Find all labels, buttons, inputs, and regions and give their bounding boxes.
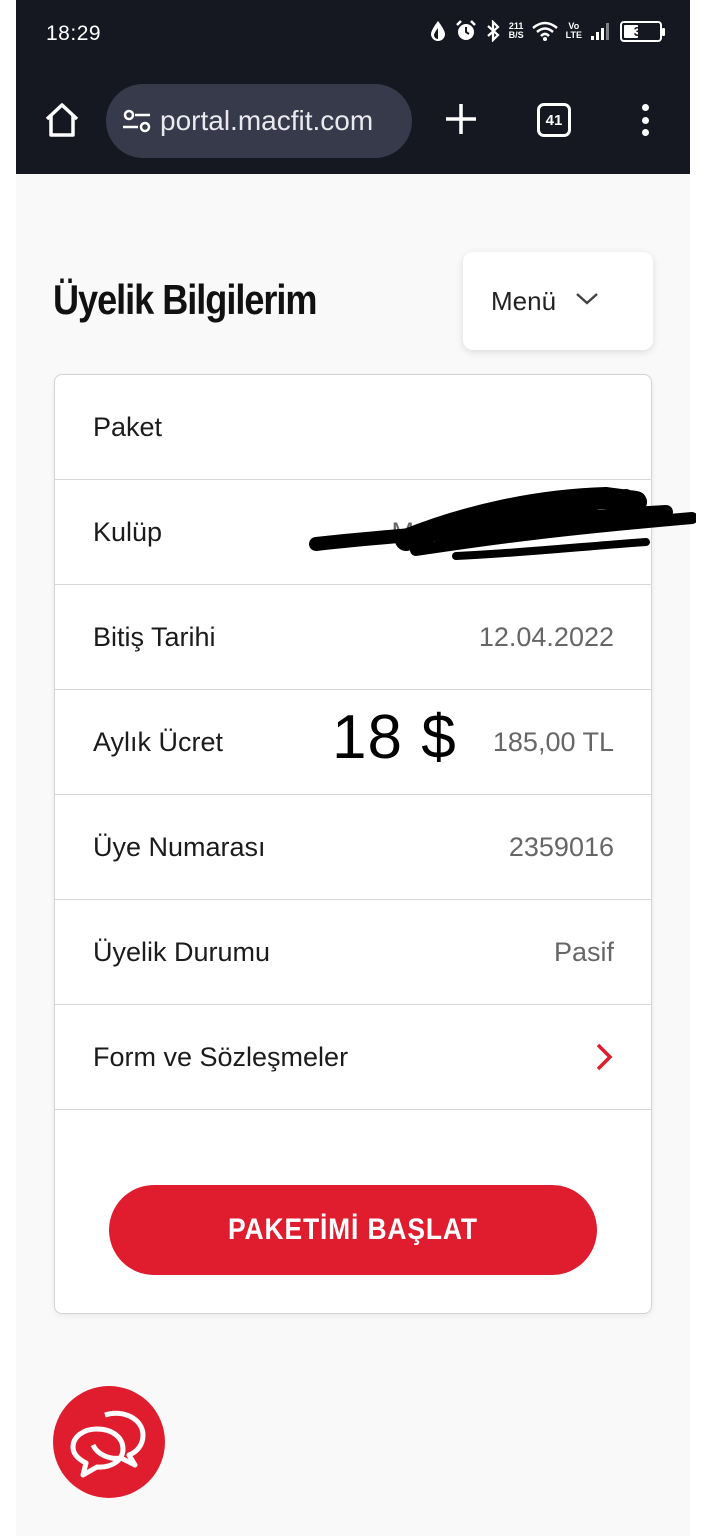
- url-bar[interactable]: portal.macfit.com: [106, 84, 412, 158]
- row-bitis-tarihi: Bitiş Tarihi 12.04.2022: [55, 585, 651, 690]
- row-label: Paket: [93, 411, 163, 442]
- data-speed: 211 B/S: [509, 22, 524, 40]
- row-value: 2359016: [508, 831, 614, 862]
- row-paket: Paket: [55, 375, 651, 480]
- row-value: 185,00 TL: [492, 726, 614, 757]
- volte-indicator: Vo LTE: [566, 22, 582, 40]
- row-uyelik-durumu: Üyelik Durumu Pasif: [55, 900, 651, 1005]
- battery-icon: 38: [620, 20, 665, 42]
- row-label: Form ve Sözleşmeler: [93, 1041, 349, 1072]
- battery-level: 38: [633, 23, 649, 39]
- home-icon[interactable]: [42, 100, 82, 140]
- row-label: Aylık Ücret: [93, 726, 224, 757]
- row-label: Bitiş Tarihi: [93, 621, 216, 652]
- row-label: Üyelik Durumu: [93, 936, 271, 967]
- plus-icon[interactable]: [442, 100, 480, 138]
- chat-icon[interactable]: [53, 1386, 165, 1498]
- url-text[interactable]: portal.macfit.com: [160, 105, 373, 137]
- alarm-icon: [455, 20, 477, 42]
- status-time: 18:29: [46, 22, 102, 45]
- start-package-button[interactable]: PAKETİMİ BAŞLAT: [109, 1185, 597, 1275]
- wifi-icon: [531, 21, 558, 41]
- more-vert-icon[interactable]: [640, 104, 650, 136]
- volte-bottom: LTE: [565, 30, 582, 40]
- signal-icon: [590, 21, 612, 41]
- browser-chrome: 18:29 211 B/S Vo LTE 38 portal.macfit.co…: [16, 0, 690, 174]
- menu-label: Menü: [491, 285, 557, 316]
- row-form-sozlesmeler[interactable]: Form ve Sözleşmeler: [55, 1005, 651, 1110]
- row-value: 12.04.2022: [478, 621, 614, 652]
- price-annotation: 18 $: [332, 703, 457, 772]
- bluetooth-icon: [485, 20, 501, 42]
- tune-icon[interactable]: [120, 106, 154, 136]
- tab-count: 41: [545, 111, 563, 129]
- row-uye-numarasi: Üye Numarası 2359016: [55, 795, 651, 900]
- row-value: Pasif: [553, 936, 614, 967]
- page-title: Üyelik Bilgilerim: [53, 276, 318, 323]
- row-label: Üye Numarası: [93, 831, 266, 862]
- row-label: Kulüp: [93, 516, 163, 547]
- status-icons: 211 B/S Vo LTE 38: [429, 20, 665, 42]
- drop-icon: [429, 20, 447, 42]
- chevron-right-icon[interactable]: [594, 1042, 614, 1072]
- redaction-scribble: [296, 476, 698, 566]
- menu-button[interactable]: Menü: [463, 252, 653, 350]
- tabs-icon[interactable]: 41: [537, 103, 571, 137]
- screen: 18:29 211 B/S Vo LTE 38 portal.macfit.co…: [16, 0, 698, 1536]
- chevron-down-icon: [574, 291, 600, 312]
- start-package-label: PAKETİMİ BAŞLAT: [228, 1213, 478, 1246]
- data-speed-unit: B/S: [508, 30, 524, 40]
